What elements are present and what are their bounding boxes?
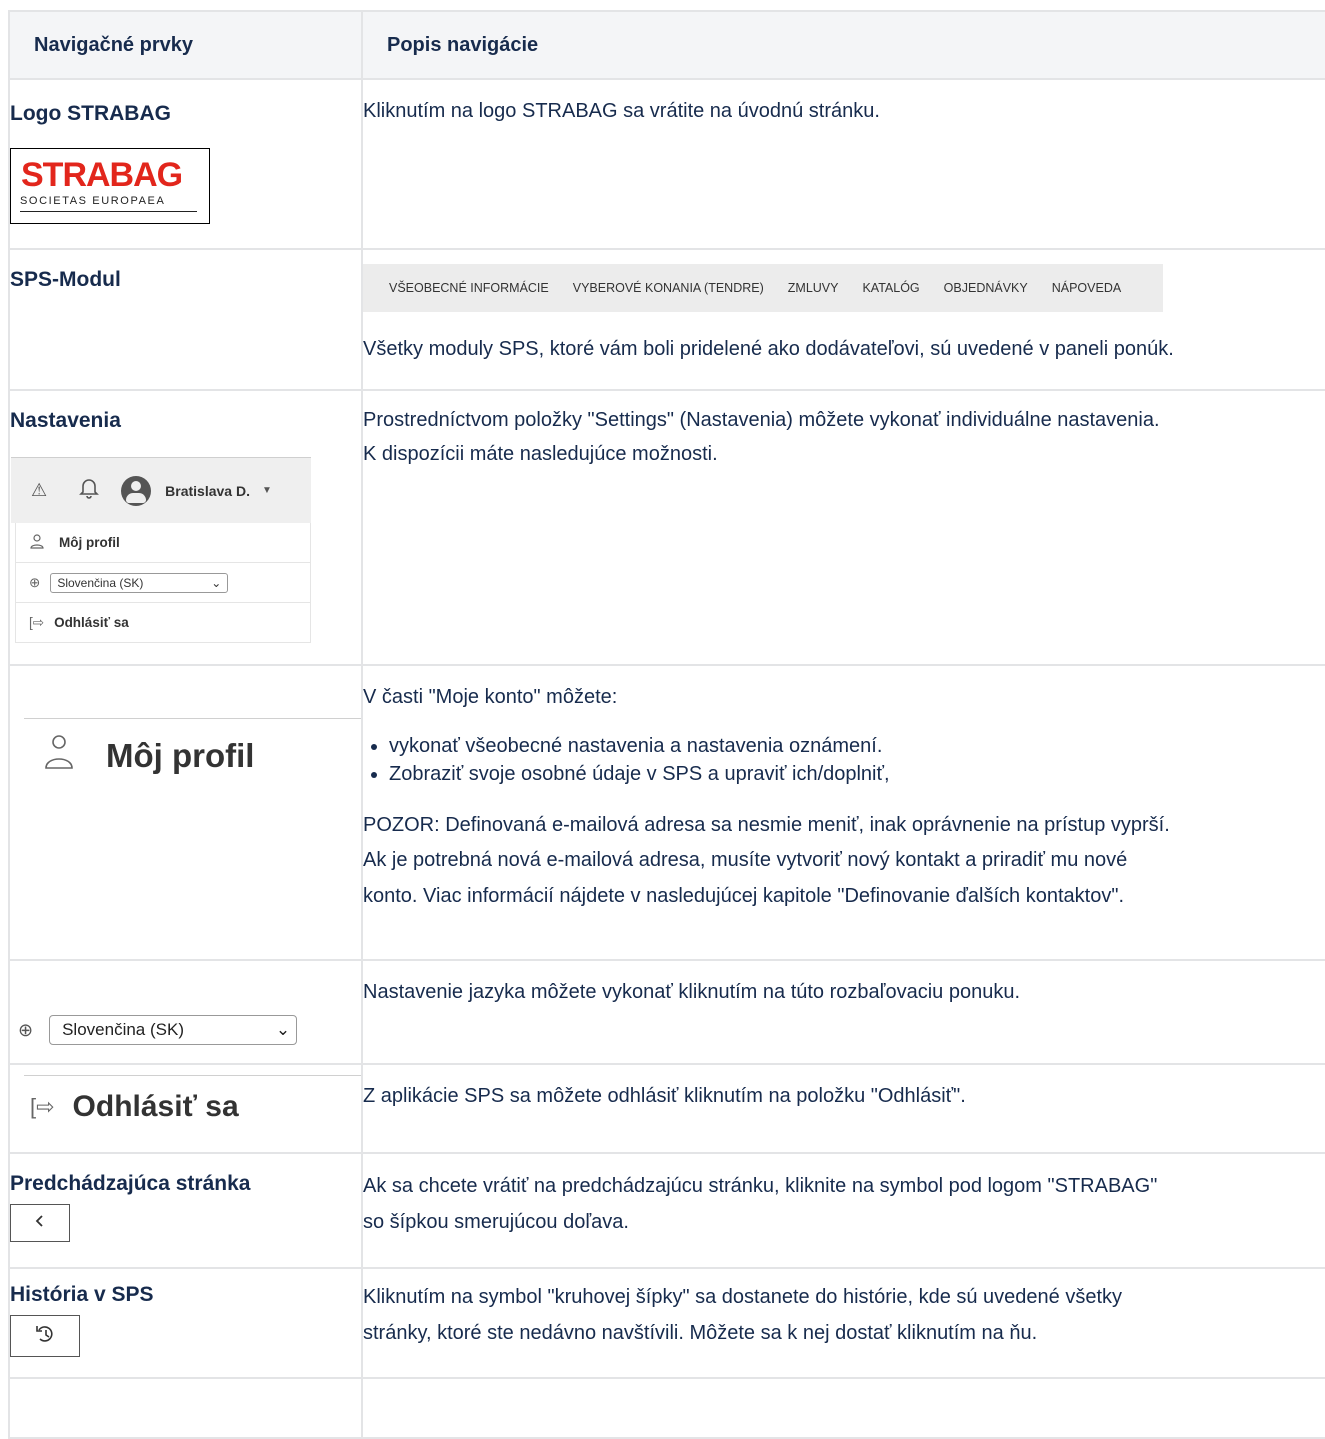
row-description: K dispozícii máte nasledujúce možnosti. [363, 443, 718, 465]
settings-mockup: ⚠ Bratislava D. ▼ Môj profil ⊕ Slovenčin… [11, 457, 311, 643]
row-description: Ak sa chcete vrátiť na predchádzajúcu st… [363, 1175, 1158, 1197]
menu-item-catalog[interactable]: KATALÓG [862, 282, 919, 295]
list-item: vykonať všeobecné nastavenia a nastaveni… [389, 732, 1325, 760]
row-settings-right: Prostredníctvom položky "Settings" (Nast… [361, 389, 1325, 666]
row-empty-left [8, 1377, 363, 1439]
warning-text: Ak je potrebná nová e-mailová adresa, mu… [363, 849, 1128, 871]
row-sps-left: SPS-Modul [8, 248, 363, 391]
menu-language: ⊕ Slovenčina (SK) ⌄ [16, 563, 310, 603]
header-nav-description: Popis navigácie [361, 10, 1325, 80]
menu-profile[interactable]: Môj profil [16, 523, 310, 563]
profile-snippet[interactable]: Môj profil [10, 719, 361, 793]
navigation-table: Navigačné prvky Popis navigácie Logo STR… [8, 10, 1325, 1439]
logout-icon: [⇨ [29, 614, 45, 630]
globe-icon: ⊕ [18, 1019, 34, 1040]
menu-item-contracts[interactable]: ZMLUVY [788, 282, 839, 295]
row-description: Nastavenie jazyka môžete vykonať kliknut… [363, 981, 1021, 1003]
row-description: stránky, ktoré ste nedávno navštívili. M… [363, 1322, 1038, 1344]
row-language-left: ⊕ Slovenčina (SK) ⌄ [8, 959, 363, 1065]
table-row: SPS-Modul VŠEOBECNÉ INFORMÁCIE VYBEROVÉ … [8, 248, 1325, 391]
row-description: V časti "Moje konto" môžete: [363, 686, 618, 708]
table-row [8, 1377, 1325, 1439]
avatar[interactable] [121, 475, 152, 506]
row-description: Prostredníctvom položky "Settings" (Nast… [363, 409, 1160, 431]
table-row: Nastavenia ⚠ Bratislava D. ▼ Môj profil … [8, 389, 1325, 666]
row-logout-right: Z aplikácie SPS sa môžete odhlásiť klikn… [361, 1063, 1325, 1154]
row-previous-right: Ak sa chcete vrátiť na predchádzajúcu st… [361, 1152, 1325, 1269]
settings-dropdown: Môj profil ⊕ Slovenčina (SK) ⌄ [⇨ Odhlás… [15, 523, 311, 643]
row-logo-right: Kliknutím na logo STRABAG sa vrátite na … [361, 78, 1325, 250]
user-icon [44, 733, 74, 779]
row-previous-left: Predchádzajúca stránka [8, 1152, 363, 1269]
profile-label: Môj profil [59, 535, 120, 550]
row-logout-left: [⇨ Odhlásiť sa [8, 1063, 363, 1154]
row-label: História v SPS [10, 1283, 154, 1306]
history-button[interactable] [10, 1315, 80, 1357]
logo-subtext: SOCIETAS EUROPAEA [20, 195, 166, 207]
table-row: [⇨ Odhlásiť sa Z aplikácie SPS sa môžete… [8, 1063, 1325, 1154]
table-header-row: Navigačné prvky Popis navigácie [8, 10, 1325, 80]
chevron-down-icon: ⌄ [275, 1020, 291, 1039]
sps-menu-bar: VŠEOBECNÉ INFORMÁCIE VYBEROVÉ KONANIA (T… [363, 264, 1163, 312]
logo-rule [20, 211, 197, 212]
row-label: Logo STRABAG [10, 102, 171, 125]
row-description: so šípkou smerujúcou doľava. [363, 1211, 629, 1233]
logout-label: Odhlásiť sa [72, 1090, 239, 1123]
language-value: Slovenčina (SK) [62, 1020, 184, 1039]
chevron-down-icon[interactable]: ▼ [262, 485, 272, 496]
bell-icon[interactable] [79, 477, 100, 504]
back-button[interactable] [10, 1204, 70, 1242]
logo-text: STRABAG [21, 156, 183, 194]
strabag-logo[interactable]: STRABAG SOCIETAS EUROPAEA [10, 148, 210, 224]
logout-snippet[interactable]: [⇨ Odhlásiť sa [10, 1076, 361, 1138]
row-label: Predchádzajúca stránka [10, 1172, 251, 1195]
row-profile-left: Môj profil [8, 664, 363, 961]
row-logo-left: Logo STRABAG STRABAG SOCIETAS EUROPAEA [8, 78, 363, 250]
language-snippet: ⊕ Slovenčina (SK) ⌄ [10, 1015, 361, 1045]
table-row: Môj profil V časti "Moje konto" môžete: … [8, 664, 1325, 961]
user-icon [29, 533, 45, 552]
menu-item-tenders[interactable]: VYBEROVÉ KONANIA (TENDRE) [573, 282, 764, 295]
row-history-left: História v SPS [8, 1267, 363, 1379]
menu-item-orders[interactable]: OBJEDNÁVKY [944, 282, 1028, 295]
history-icon [34, 1324, 56, 1349]
language-value: Slovenčina (SK) [57, 575, 144, 590]
row-language-right: Nastavenie jazyka môžete vykonať kliknut… [361, 959, 1325, 1065]
profile-label: Môj profil [106, 737, 255, 774]
row-empty-right [361, 1377, 1325, 1439]
row-label: Nastavenia [10, 409, 121, 432]
list-item: Zobraziť svoje osobné údaje v SPS a upra… [389, 760, 1325, 788]
row-history-right: Kliknutím na symbol "kruhovej šípky" sa … [361, 1267, 1325, 1379]
row-label: SPS-Modul [10, 268, 121, 291]
menu-item-help[interactable]: NÁPOVEDA [1052, 282, 1121, 295]
menu-item-general[interactable]: VŠEOBECNÉ INFORMÁCIE [389, 282, 549, 295]
row-settings-left: Nastavenia ⚠ Bratislava D. ▼ Môj profil … [8, 389, 363, 666]
chevron-down-icon: ⌄ [211, 575, 222, 590]
settings-header: ⚠ Bratislava D. ▼ [11, 457, 311, 523]
row-profile-right: V časti "Moje konto" môžete: vykonať vše… [361, 664, 1325, 961]
logout-icon: [⇨ [30, 1094, 55, 1119]
row-description: Kliknutím na logo STRABAG sa vrátite na … [363, 100, 880, 122]
profile-bullets: vykonať všeobecné nastavenia a nastaveni… [363, 732, 1325, 788]
language-select[interactable]: Slovenčina (SK) ⌄ [50, 572, 229, 593]
row-description: Kliknutím na symbol "kruhovej šípky" sa … [363, 1286, 1123, 1308]
warning-icon[interactable]: ⚠ [31, 480, 47, 501]
warning-text: POZOR: Definovaná e-mailová adresa sa ne… [363, 814, 1170, 836]
globe-icon: ⊕ [29, 574, 41, 590]
user-name[interactable]: Bratislava D. [165, 483, 250, 499]
table-row: História v SPS Kliknutím na symbol "kruh… [8, 1267, 1325, 1379]
table-row: ⊕ Slovenčina (SK) ⌄ Nastavenie jazyka mô… [8, 959, 1325, 1065]
language-select[interactable]: Slovenčina (SK) ⌄ [49, 1015, 298, 1045]
header-nav-elements: Navigačné prvky [8, 10, 363, 80]
warning-text: konto. Viac informácií nájdete v nasledu… [363, 885, 1124, 907]
table-row: Logo STRABAG STRABAG SOCIETAS EUROPAEA K… [8, 78, 1325, 250]
chevron-left-icon [34, 1214, 46, 1233]
table-row: Predchádzajúca stránka Ak sa chcete vrát… [8, 1152, 1325, 1269]
row-description: Všetky moduly SPS, ktoré vám boli pridel… [363, 338, 1174, 360]
logout-label: Odhlásiť sa [54, 615, 129, 630]
row-sps-right: VŠEOBECNÉ INFORMÁCIE VYBEROVÉ KONANIA (T… [361, 248, 1325, 391]
menu-logout[interactable]: [⇨ Odhlásiť sa [16, 603, 310, 642]
row-description: Z aplikácie SPS sa môžete odhlásiť klikn… [363, 1085, 966, 1107]
